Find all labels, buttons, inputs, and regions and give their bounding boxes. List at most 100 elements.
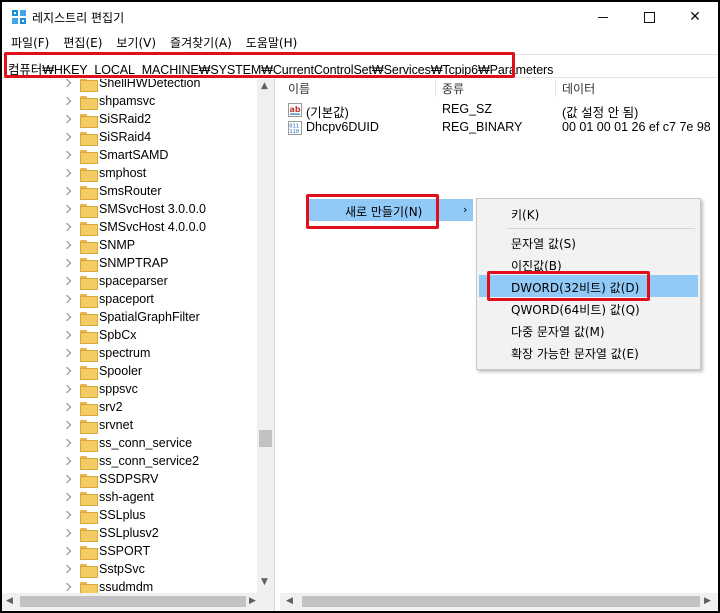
expand-arrow-icon[interactable]: [64, 457, 70, 467]
tree-item[interactable]: SmartSAMD: [2, 147, 257, 165]
tree-hscroll-thumb[interactable]: [20, 596, 246, 607]
tree-item-label: ssh-agent: [99, 490, 154, 504]
value-name: Dhcpv6DUID: [306, 120, 379, 134]
tree-item[interactable]: shpamsvc: [2, 93, 257, 111]
column-divider[interactable]: [555, 81, 556, 97]
expand-arrow-icon[interactable]: [64, 439, 70, 449]
tree-item[interactable]: SSLplus: [2, 507, 257, 525]
folder-icon: [80, 456, 98, 470]
expand-arrow-icon[interactable]: [64, 367, 70, 377]
callout-address-bar: [4, 52, 515, 78]
tree-item[interactable]: srv2: [2, 399, 257, 417]
tree-item[interactable]: SSDPSRV: [2, 471, 257, 489]
expand-arrow-icon[interactable]: [64, 529, 70, 539]
value-row[interactable]: 011 110 Dhcpv6DUID REG_BINARY 00 01 00 0…: [280, 119, 718, 137]
tree-item[interactable]: smphost: [2, 165, 257, 183]
expand-arrow-icon[interactable]: [64, 241, 70, 251]
string-value-icon: ab: [288, 103, 302, 117]
value-row[interactable]: ab (기본값) REG_SZ (값 설정 안 됨): [280, 101, 718, 120]
tree-item[interactable]: ss_conn_service2: [2, 453, 257, 471]
expand-arrow-icon[interactable]: [64, 349, 70, 359]
maximize-button[interactable]: [626, 2, 672, 32]
expand-arrow-icon[interactable]: [64, 205, 70, 215]
expand-arrow-icon[interactable]: [64, 259, 70, 269]
scroll-left-icon[interactable]: ◀: [286, 596, 293, 606]
column-header-name[interactable]: 이름: [288, 79, 310, 99]
tree-item[interactable]: SstpSvc: [2, 561, 257, 579]
menu-item-string-value[interactable]: 문자열 값(S): [479, 231, 698, 253]
menu-help[interactable]: 도움말(H): [239, 33, 305, 53]
expand-arrow-icon[interactable]: [64, 421, 70, 431]
tree-item[interactable]: spaceport: [2, 291, 257, 309]
folder-icon: [80, 438, 98, 452]
tree-item[interactable]: ShellHWDetection: [2, 79, 257, 93]
expand-arrow-icon[interactable]: [64, 223, 70, 233]
folder-icon: [80, 222, 98, 236]
tree-item[interactable]: SpbCx: [2, 327, 257, 345]
expand-arrow-icon[interactable]: [64, 169, 70, 179]
tree-item[interactable]: SMSvcHost 4.0.0.0: [2, 219, 257, 237]
scroll-left-icon[interactable]: ◀: [6, 596, 13, 606]
menu-view[interactable]: 보기(V): [109, 33, 163, 53]
tree-item-label: ssudmdm: [99, 580, 154, 594]
expand-arrow-icon[interactable]: [64, 403, 70, 413]
menu-item-expandable-string-value[interactable]: 확장 가능한 문자열 값(E): [479, 341, 698, 363]
expand-arrow-icon[interactable]: [64, 115, 70, 125]
tree-horizontal-scrollbar[interactable]: ◀ ▶: [2, 593, 274, 610]
expand-arrow-icon[interactable]: [64, 313, 70, 323]
expand-arrow-icon[interactable]: [64, 331, 70, 341]
tree-item[interactable]: sppsvc: [2, 381, 257, 399]
tree-item[interactable]: SiSRaid2: [2, 111, 257, 129]
expand-arrow-icon[interactable]: [64, 475, 70, 485]
tree-item[interactable]: ssh-agent: [2, 489, 257, 507]
menu-favorites[interactable]: 즐겨찾기(A): [163, 33, 239, 53]
expand-arrow-icon[interactable]: [64, 295, 70, 305]
tree-item[interactable]: SNMP: [2, 237, 257, 255]
scroll-up-icon[interactable]: ▲: [261, 81, 268, 91]
tree-item[interactable]: spaceparser: [2, 273, 257, 291]
tree-item[interactable]: SSLplusv2: [2, 525, 257, 543]
expand-arrow-icon[interactable]: [64, 133, 70, 143]
tree-item[interactable]: SmsRouter: [2, 183, 257, 201]
minimize-button[interactable]: [580, 2, 626, 32]
tree-item[interactable]: Spooler: [2, 363, 257, 381]
expand-arrow-icon[interactable]: [64, 547, 70, 557]
expand-arrow-icon[interactable]: [64, 385, 70, 395]
tree-item[interactable]: SNMPTRAP: [2, 255, 257, 273]
expand-arrow-icon[interactable]: [64, 565, 70, 575]
expand-arrow-icon[interactable]: [64, 79, 70, 89]
expand-arrow-icon[interactable]: [64, 151, 70, 161]
tree-item[interactable]: SSPORT: [2, 543, 257, 561]
menu-edit[interactable]: 편집(E): [56, 33, 109, 53]
scroll-down-icon[interactable]: ▼: [261, 577, 268, 587]
tree-vertical-scrollbar[interactable]: ▲ ▼: [257, 79, 274, 593]
expand-arrow-icon[interactable]: [64, 511, 70, 521]
menu-item-multi-string-value[interactable]: 다중 문자열 값(M): [479, 319, 698, 341]
expand-arrow-icon[interactable]: [64, 277, 70, 287]
tree-item[interactable]: SMSvcHost 3.0.0.0: [2, 201, 257, 219]
tree-item[interactable]: spectrum: [2, 345, 257, 363]
column-header-data[interactable]: 데이터: [562, 79, 595, 99]
tree-item-label: srv2: [99, 400, 123, 414]
column-divider[interactable]: [435, 81, 436, 97]
values-hscroll-thumb[interactable]: [302, 596, 700, 607]
scroll-right-icon[interactable]: ▶: [249, 596, 256, 606]
values-horizontal-scrollbar[interactable]: ◀ ▶: [280, 593, 718, 610]
folder-icon: [80, 330, 98, 344]
tree-item[interactable]: srvnet: [2, 417, 257, 435]
menu-item-key[interactable]: 키(K): [479, 202, 698, 224]
close-button[interactable]: ✕: [672, 2, 718, 32]
scroll-right-icon[interactable]: ▶: [704, 596, 711, 606]
expand-arrow-icon[interactable]: [64, 97, 70, 107]
tree-item-label: SiSRaid4: [99, 130, 152, 144]
expand-arrow-icon[interactable]: [64, 493, 70, 503]
tree-item-label: SSLplusv2: [99, 526, 159, 540]
expand-arrow-icon[interactable]: [64, 187, 70, 197]
expand-arrow-icon[interactable]: [64, 583, 70, 593]
tree-scroll-thumb[interactable]: [259, 430, 272, 447]
column-header-type[interactable]: 종류: [442, 79, 464, 99]
tree-item[interactable]: SiSRaid4: [2, 129, 257, 147]
menu-file[interactable]: 파일(F): [4, 33, 56, 53]
tree-item[interactable]: SpatialGraphFilter: [2, 309, 257, 327]
tree-item[interactable]: ss_conn_service: [2, 435, 257, 453]
